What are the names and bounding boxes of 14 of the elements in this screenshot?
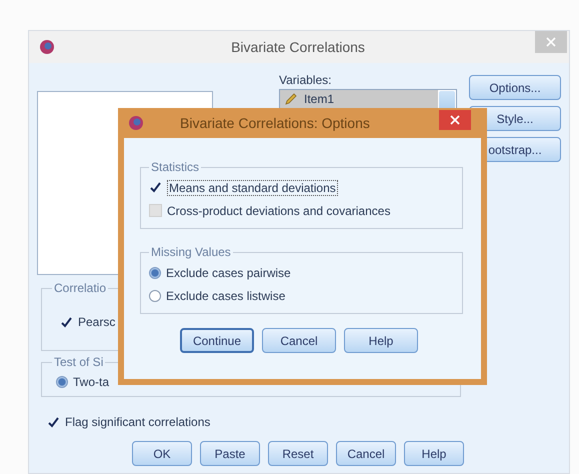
window-title: Bivariate Correlations <box>230 39 366 55</box>
radio-label: Exclude cases pairwise <box>166 266 291 280</box>
checkbox-label: Cross-product deviations and covariances <box>167 204 390 218</box>
radio-label: Exclude cases listwise <box>166 288 286 302</box>
group-title: Missing Values <box>150 245 232 259</box>
checkbox-label: Means and standard deviations <box>167 180 338 196</box>
checkbox-label: Pearsc <box>78 315 116 329</box>
group-title: Test of Si <box>53 355 104 369</box>
checkbox-label: Flag significant correlations <box>65 415 210 429</box>
radio-label: Two-ta <box>73 375 110 389</box>
dialog-title: Bivariate Correlations: Options <box>180 115 370 131</box>
variables-label: Variables: <box>279 73 332 87</box>
group-title: Correlatio <box>53 281 108 295</box>
group-title: Statistics <box>150 160 200 174</box>
